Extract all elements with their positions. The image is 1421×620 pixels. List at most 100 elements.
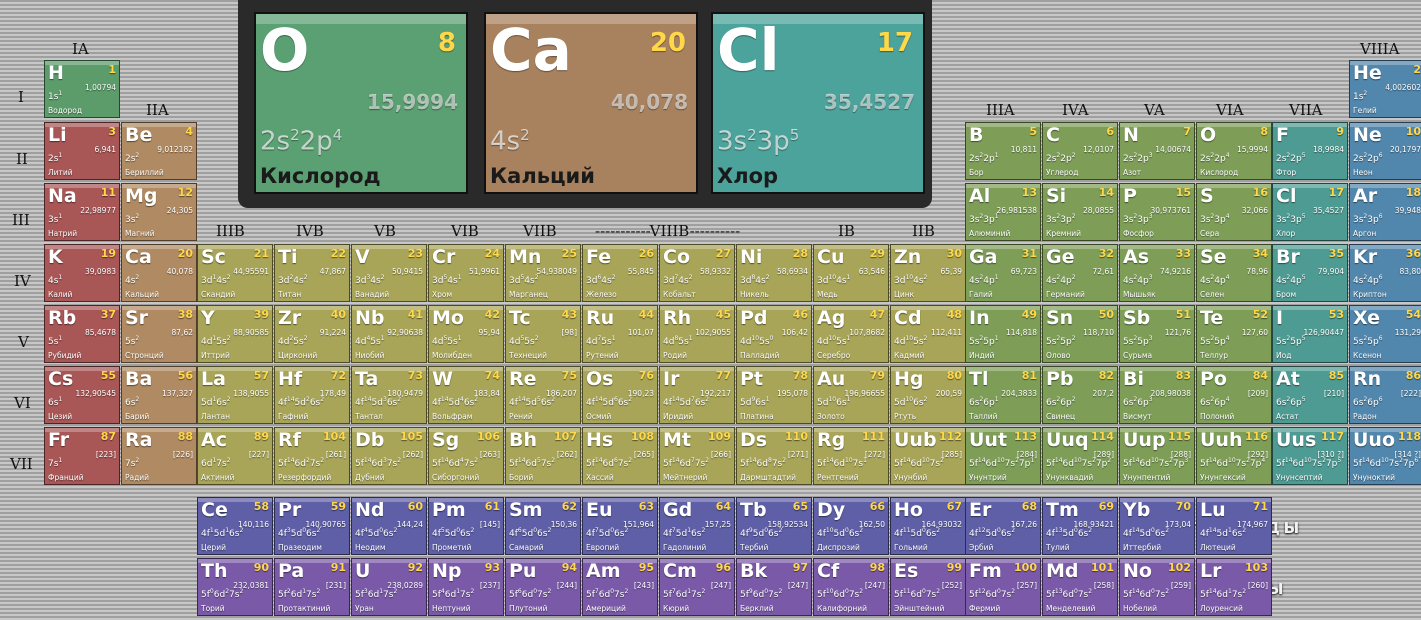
element-tile[interactable]: Be 4 9,012182 2s2 Бериллий [121, 122, 197, 180]
element-tile[interactable]: Ta 73 180,9479 4f145d36s2 Тантал [351, 366, 427, 424]
element-tile[interactable]: Hg 80 200,59 5d106s2 Ртуть [890, 366, 966, 424]
element-tile[interactable]: Uuo 118 [314 ?] 5f146d107s27p6 Унуноктий [1349, 427, 1421, 485]
element-tile[interactable]: Uub 112 [285] 5f146d107s2 Унунбий [890, 427, 966, 485]
element-tile[interactable]: Pm 61 [145] 4f55d06s2 Прометий [428, 497, 504, 555]
element-tile[interactable]: Co 27 58,9332 3d74s2 Кобальт [659, 244, 735, 302]
element-tile[interactable]: Sc 21 44,95591 3d14s2 Скандий [197, 244, 273, 302]
element-tile[interactable]: Cl 17 35,4527 3s23p5 Хлор [1272, 183, 1348, 241]
element-tile[interactable]: Mg 12 24,305 3s2 Магний [121, 183, 197, 241]
element-tile[interactable]: Rb 37 85,4678 5s1 Рубидий [44, 305, 120, 363]
element-tile[interactable]: Hf 72 178,49 4f145d26s2 Гафний [274, 366, 350, 424]
element-tile[interactable]: Sg 106 [263] 5f146d47s2 Сиборгоний [428, 427, 504, 485]
element-tile[interactable]: Ir 77 192,217 4f145d76s2 Иридий [659, 366, 735, 424]
element-tile[interactable]: Zn 30 65,39 3d104s2 Цинк [890, 244, 966, 302]
element-tile[interactable]: Lr 103 [260] 5f146d17s2 Лоуренсий [1196, 558, 1272, 616]
element-tile[interactable]: Th 90 232,0381 5f06d27s2 Торий [197, 558, 273, 616]
element-tile[interactable]: Ar 18 39,948 3s23p6 Аргон [1349, 183, 1421, 241]
featured-element-card[interactable]: O 8 15,9994 2s22p4 Кислород [254, 12, 468, 194]
element-tile[interactable]: Pa 91 [231] 5f26d17s2 Протактиний [274, 558, 350, 616]
element-tile[interactable]: P 15 30,973761 3s23p3 Фосфор [1119, 183, 1195, 241]
element-tile[interactable]: Rn 86 [222] 6s26p6 Радон [1349, 366, 1421, 424]
element-tile[interactable]: Yb 70 173,04 4f145d06s2 Иттербий [1119, 497, 1195, 555]
element-tile[interactable]: Po 84 [209] 6s26p4 Полоний [1196, 366, 1272, 424]
element-tile[interactable]: Mo 42 95,94 4d55s1 Молибден [428, 305, 504, 363]
element-tile[interactable]: Uup 115 [288] 5f146d107s27p3 Унунпентий [1119, 427, 1195, 485]
element-tile[interactable]: Cf 98 [247] 5f106d07s2 Калифорний [813, 558, 889, 616]
element-tile[interactable]: Pb 82 207,2 6s26p2 Свинец [1042, 366, 1118, 424]
element-tile[interactable]: Li 3 6,941 2s1 Литий [44, 122, 120, 180]
element-tile[interactable]: Tb 65 158,92534 4f95d06s2 Тербий [736, 497, 812, 555]
element-tile[interactable]: Cr 24 51,9961 3d54s1 Хром [428, 244, 504, 302]
element-tile[interactable]: Ga 31 69,723 4s24p1 Галий [965, 244, 1041, 302]
element-tile[interactable]: Kr 36 83,80 4s24p6 Криптон [1349, 244, 1421, 302]
element-tile[interactable]: Np 93 [237] 5f46d17s2 Нептуний [428, 558, 504, 616]
element-tile[interactable]: U 92 238,0289 5f36d17s2 Уран [351, 558, 427, 616]
element-tile[interactable]: Ne 10 20,1797 2s22p6 Неон [1349, 122, 1421, 180]
element-tile[interactable]: Te 52 127,60 5s25p4 Теллур [1196, 305, 1272, 363]
element-tile[interactable]: Fr 87 [223] 7s1 Франций [44, 427, 120, 485]
element-tile[interactable]: Se 34 78,96 4s24p4 Селен [1196, 244, 1272, 302]
element-tile[interactable]: Cu 29 63,546 3d104s1 Медь [813, 244, 889, 302]
element-tile[interactable]: Bi 83 208,98038 6s26p3 Висмут [1119, 366, 1195, 424]
element-tile[interactable]: Br 35 79,904 4s24p5 Бром [1272, 244, 1348, 302]
element-tile[interactable]: Am 95 [243] 5f76d07s2 Америций [582, 558, 658, 616]
element-tile[interactable]: Nd 60 144,24 4f45d06s2 Неодим [351, 497, 427, 555]
element-tile[interactable]: Ge 32 72,61 4s24p2 Германий [1042, 244, 1118, 302]
element-tile[interactable]: F 9 18,9984 2s22p5 Фтор [1272, 122, 1348, 180]
element-tile[interactable]: Mn 25 54,938049 3d54s2 Марганец [505, 244, 581, 302]
element-tile[interactable]: K 19 39,0983 4s1 Калий [44, 244, 120, 302]
element-tile[interactable]: Pr 59 140,90765 4f35d06s2 Празеодим [274, 497, 350, 555]
element-tile[interactable]: Ba 56 137,327 6s2 Барий [121, 366, 197, 424]
element-tile[interactable]: In 49 114,818 5s25p1 Индий [965, 305, 1041, 363]
element-tile[interactable]: Sb 51 121,76 5s25p3 Сурьма [1119, 305, 1195, 363]
element-tile[interactable]: I 53 126,90447 5s25p5 Иод [1272, 305, 1348, 363]
element-tile[interactable]: Os 76 190,23 4f145d66s2 Осмий [582, 366, 658, 424]
element-tile[interactable]: Ru 44 101,07 4d75s1 Рутений [582, 305, 658, 363]
element-tile[interactable]: Md 101 [258] 5f136d07s2 Менделевий [1042, 558, 1118, 616]
element-tile[interactable]: Fm 100 [257] 5f126d07s2 Фермий [965, 558, 1041, 616]
element-tile[interactable]: Sm 62 150,36 4f65d06s2 Самарий [505, 497, 581, 555]
element-tile[interactable]: Y 39 88,90585 4d15s2 Иттрий [197, 305, 273, 363]
element-tile[interactable]: H 1 1,00794 1s1 Водород [44, 60, 120, 118]
element-tile[interactable]: Cd 48 112,411 4d105s2 Кадмий [890, 305, 966, 363]
element-tile[interactable]: Sn 50 118,710 5s25p2 Олово [1042, 305, 1118, 363]
element-tile[interactable]: Ds 110 [271] 5f146d87s2 Дармштадтий [736, 427, 812, 485]
element-tile[interactable]: As 33 74,9216 4s24p3 Мышьяк [1119, 244, 1195, 302]
element-tile[interactable]: La 57 138,9055 5d16s2 Лантан [197, 366, 273, 424]
element-tile[interactable]: Cs 55 132,90545 6s1 Цезий [44, 366, 120, 424]
element-tile[interactable]: W 74 183,84 4f145d46s2 Вольфрам [428, 366, 504, 424]
element-tile[interactable]: Bk 97 [247] 5f96d07s2 Берклий [736, 558, 812, 616]
element-tile[interactable]: Er 68 167,26 4f125d06s2 Эрбий [965, 497, 1041, 555]
element-tile[interactable]: Ti 22 47,867 3d24s2 Титан [274, 244, 350, 302]
element-tile[interactable]: Tl 81 204,3833 6s26p1 Таллий [965, 366, 1041, 424]
element-tile[interactable]: Cm 96 [247] 5f76d17s2 Кюрий [659, 558, 735, 616]
element-tile[interactable]: Ac 89 [227] 6d17s2 Актиний [197, 427, 273, 485]
element-tile[interactable]: O 8 15,9994 2s22p4 Кислород [1196, 122, 1272, 180]
element-tile[interactable]: No 102 [259] 5f146d07s2 Нобелий [1119, 558, 1195, 616]
element-tile[interactable]: Rh 45 102,9055 4d85s1 Родий [659, 305, 735, 363]
element-tile[interactable]: He 2 4,002602 1s2 Гелий [1349, 60, 1421, 118]
element-tile[interactable]: Rf 104 [261] 5f146d27s2 Резерфордий [274, 427, 350, 485]
element-tile[interactable]: Fe 26 55,845 3d64s2 Железо [582, 244, 658, 302]
element-tile[interactable]: Dy 66 162,50 4f105d06s2 Диспрозий [813, 497, 889, 555]
element-tile[interactable]: Db 105 [262] 5f146d37s2 Дубний [351, 427, 427, 485]
featured-element-card[interactable]: Ca 20 40,078 4s2 Кальций [484, 12, 698, 194]
element-tile[interactable]: At 85 [210] 6s26p5 Астат [1272, 366, 1348, 424]
element-tile[interactable]: N 7 14,00674 2s22p3 Азот [1119, 122, 1195, 180]
element-tile[interactable]: S 16 32,066 3s23p4 Сера [1196, 183, 1272, 241]
element-tile[interactable]: Tm 69 168,93421 4f135d06s2 Тулий [1042, 497, 1118, 555]
element-tile[interactable]: Uuq 114 [289] 5f146d107s27p2 Унунквадий [1042, 427, 1118, 485]
element-tile[interactable]: Sr 38 87,62 5s2 Стронций [121, 305, 197, 363]
element-tile[interactable]: Tc 43 [98] 4d55s2 Технеций [505, 305, 581, 363]
featured-element-card[interactable]: Cl 17 35,4527 3s23p5 Хлор [711, 12, 925, 194]
element-tile[interactable]: Ca 20 40,078 4s2 Кальций [121, 244, 197, 302]
element-tile[interactable]: Nb 41 92,90638 4d45s1 Ниобий [351, 305, 427, 363]
element-tile[interactable]: Lu 71 174,967 4f145d16s2 Лютеций [1196, 497, 1272, 555]
element-tile[interactable]: Uuh 116 [292] 5f146d107s27p4 Унунгексий [1196, 427, 1272, 485]
element-tile[interactable]: Uus 117 [310 ?] 5f146d107s27p5 Унунсептий [1272, 427, 1348, 485]
element-tile[interactable]: Si 14 28,0855 3s23p2 Кремний [1042, 183, 1118, 241]
element-tile[interactable]: Gd 64 157,25 4f75d16s2 Гадолиний [659, 497, 735, 555]
element-tile[interactable]: Bh 107 [262] 5f146d57s2 Борий [505, 427, 581, 485]
element-tile[interactable]: Rg 111 [272] 5f146d107s1 Рентгений [813, 427, 889, 485]
element-tile[interactable]: Ni 28 58,6934 3d84s2 Никель [736, 244, 812, 302]
